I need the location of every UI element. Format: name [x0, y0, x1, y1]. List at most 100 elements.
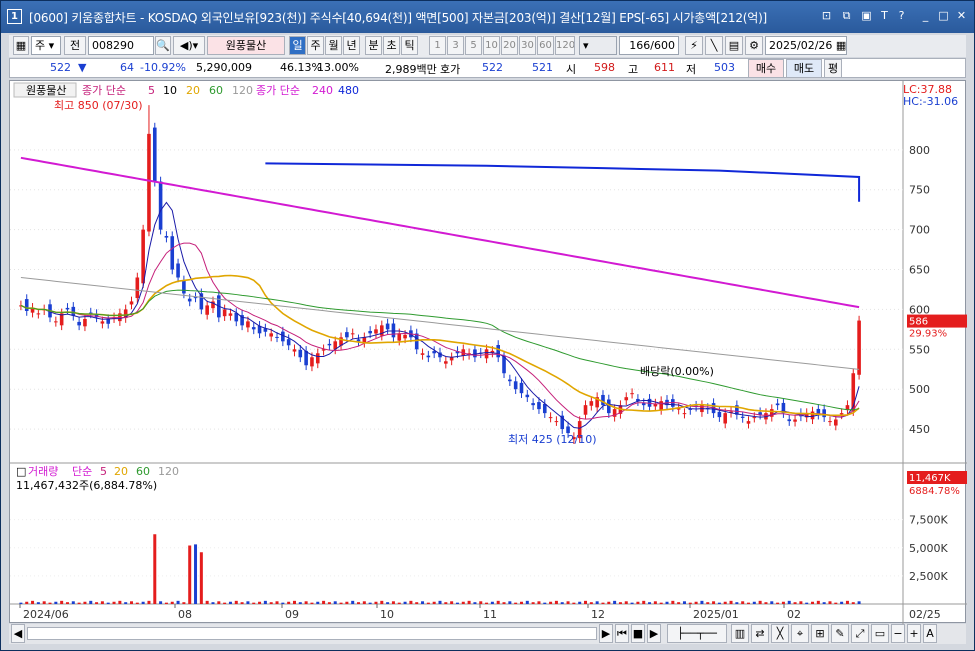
- forward-icon[interactable]: ▶: [647, 624, 661, 643]
- interval-tab-5[interactable]: 5: [465, 36, 482, 55]
- volume-bar: [636, 601, 640, 604]
- help-icon[interactable]: ?: [894, 9, 909, 24]
- stock-name-box[interactable]: 원풍물산: [207, 36, 285, 55]
- interval-tab-1[interactable]: 1: [429, 36, 446, 55]
- interval-tab-30[interactable]: 30: [519, 36, 536, 55]
- grid-icon[interactable]: ▦: [13, 36, 29, 55]
- candle-body: [444, 361, 448, 364]
- candle-body: [71, 306, 76, 316]
- candle-body: [310, 357, 314, 367]
- interval-tab-20[interactable]: 20: [501, 36, 518, 55]
- candle-body: [473, 349, 477, 358]
- font-icon[interactable]: A: [923, 624, 937, 643]
- candle-body: [158, 181, 163, 230]
- volume-bar: [467, 600, 471, 604]
- scroll-left-icon[interactable]: ◀: [11, 624, 25, 643]
- zoom-slider[interactable]: ├──┬──: [667, 624, 727, 643]
- tile-icon[interactable]: ⧉: [839, 9, 854, 24]
- period-tab-2[interactable]: 월: [325, 36, 342, 55]
- scroll-right-icon[interactable]: ▶: [599, 624, 613, 643]
- draw-icon[interactable]: ✎: [831, 624, 849, 643]
- period-tab-5[interactable]: 초: [383, 36, 400, 55]
- period-tab-6[interactable]: 틱: [401, 36, 418, 55]
- interval-tab-120[interactable]: 120: [555, 36, 575, 55]
- period-tab-1[interactable]: 주: [307, 36, 324, 55]
- candle-body: [298, 349, 303, 358]
- amount: 2,989백만: [385, 63, 437, 76]
- zoom-fit-icon[interactable]: ⤢: [851, 624, 869, 643]
- volume-bar: [752, 601, 756, 604]
- volume-bar: [316, 601, 320, 604]
- ma-legend-20: 20: [186, 84, 200, 97]
- quote-bar: 522 ▼ 64 -10.92% 5,290,009 46.13% 13.00%…: [9, 58, 966, 78]
- zoom-in-icon[interactable]: +: [907, 624, 921, 643]
- max-label: 최고 850 (07/30): [54, 99, 143, 112]
- measure-icon[interactable]: ⊞: [811, 624, 829, 643]
- buy-button[interactable]: 매수: [748, 59, 784, 78]
- sell-button[interactable]: 매도: [786, 59, 822, 78]
- vol-tag: 11,467K: [909, 473, 951, 484]
- maximize-icon[interactable]: □: [936, 9, 951, 24]
- candle-body: [356, 339, 361, 342]
- search-icon[interactable]: 🔍: [155, 36, 171, 55]
- candle-body: [414, 333, 419, 350]
- volume-bar: [554, 600, 558, 604]
- candle-body: [141, 229, 145, 284]
- period-tab-4[interactable]: 분: [365, 36, 382, 55]
- eval-button[interactable]: 평: [824, 59, 842, 78]
- volume-bar: [403, 601, 407, 604]
- vol-value: 11,467,432주(6,884.78%): [16, 479, 157, 492]
- toolbar: ▦ 주 ▾ 전 008290 🔍 ◀)▾ 원풍물산 ▾ 166/600 ⚡ ╲ …: [9, 35, 966, 57]
- candle-icon[interactable]: ⚡: [685, 36, 703, 55]
- interval-tab-3[interactable]: 3: [447, 36, 464, 55]
- candle-body: [292, 349, 297, 352]
- type-select[interactable]: 주 ▾: [31, 36, 61, 55]
- trend-icon[interactable]: ╳: [771, 624, 789, 643]
- code-input[interactable]: 008290: [88, 36, 154, 55]
- candle-body: [385, 323, 390, 330]
- scroll-bar[interactable]: ◀ ▶ ⏮ ■ ▶ ├──┬── ▥ ⇄ ╳ ⌖ ⊞ ✎ ⤢ ▭ − + A: [9, 624, 966, 644]
- volume-bar: [310, 602, 314, 604]
- save-icon[interactable]: ▤: [725, 36, 743, 55]
- interval-tab-10[interactable]: 10: [483, 36, 500, 55]
- line-icon[interactable]: ╲: [705, 36, 723, 55]
- close-icon[interactable]: ✕: [954, 9, 969, 24]
- chart-icon[interactable]: ▥: [731, 624, 749, 643]
- volume-bar: [83, 601, 87, 604]
- volume-bar: [525, 600, 529, 604]
- volume-bar: [188, 545, 192, 604]
- pin-icon[interactable]: ▣: [859, 9, 874, 24]
- high: 611: [654, 61, 675, 74]
- stop-icon[interactable]: ■: [631, 624, 645, 643]
- link-icon[interactable]: ⊡: [819, 9, 834, 24]
- zoom-out-icon[interactable]: −: [891, 624, 905, 643]
- period-tab-0[interactable]: 일: [289, 36, 306, 55]
- vol-label: 거래량: [28, 465, 58, 478]
- interval-tab-60[interactable]: 60: [537, 36, 554, 55]
- candle-body: [164, 235, 169, 238]
- scroll-track[interactable]: [27, 627, 597, 640]
- rewind-icon[interactable]: ⏮: [615, 624, 629, 643]
- tool-icon[interactable]: T: [877, 9, 892, 24]
- volume-bar: [60, 600, 64, 604]
- bid-label: 호가: [440, 63, 461, 76]
- volume-bar: [54, 601, 58, 604]
- count-input[interactable]: 166/600: [619, 36, 679, 55]
- sound-icon[interactable]: ◀)▾: [173, 36, 205, 55]
- volume-bar: [421, 601, 425, 604]
- prev-button[interactable]: 전: [64, 36, 86, 55]
- price-chart[interactable]: 800 750 700 650 600 550 500 450 원풍물산 종가 단순 5 10 20 60…: [9, 80, 967, 624]
- image-icon[interactable]: ▭: [871, 624, 889, 643]
- chart-canvas[interactable]: 800 750 700 650 600 550 500 450 원풍물산 종가 단순 5 10 20 60…: [10, 81, 967, 624]
- crosshair-icon[interactable]: ⌖: [791, 624, 809, 643]
- compare-icon[interactable]: ⇄: [751, 624, 769, 643]
- date-input[interactable]: 2025/02/26 ▦: [765, 36, 847, 55]
- price-tick-1: 750: [909, 184, 930, 197]
- period-tab-3[interactable]: 년: [343, 36, 360, 55]
- window-number[interactable]: 1: [7, 9, 22, 24]
- x-tick-1: 08: [178, 608, 192, 621]
- x-tick-3: 10: [380, 608, 394, 621]
- gear-icon[interactable]: ⚙: [745, 36, 763, 55]
- minimize-icon[interactable]: _: [918, 9, 933, 24]
- interval-input[interactable]: ▾: [579, 36, 617, 55]
